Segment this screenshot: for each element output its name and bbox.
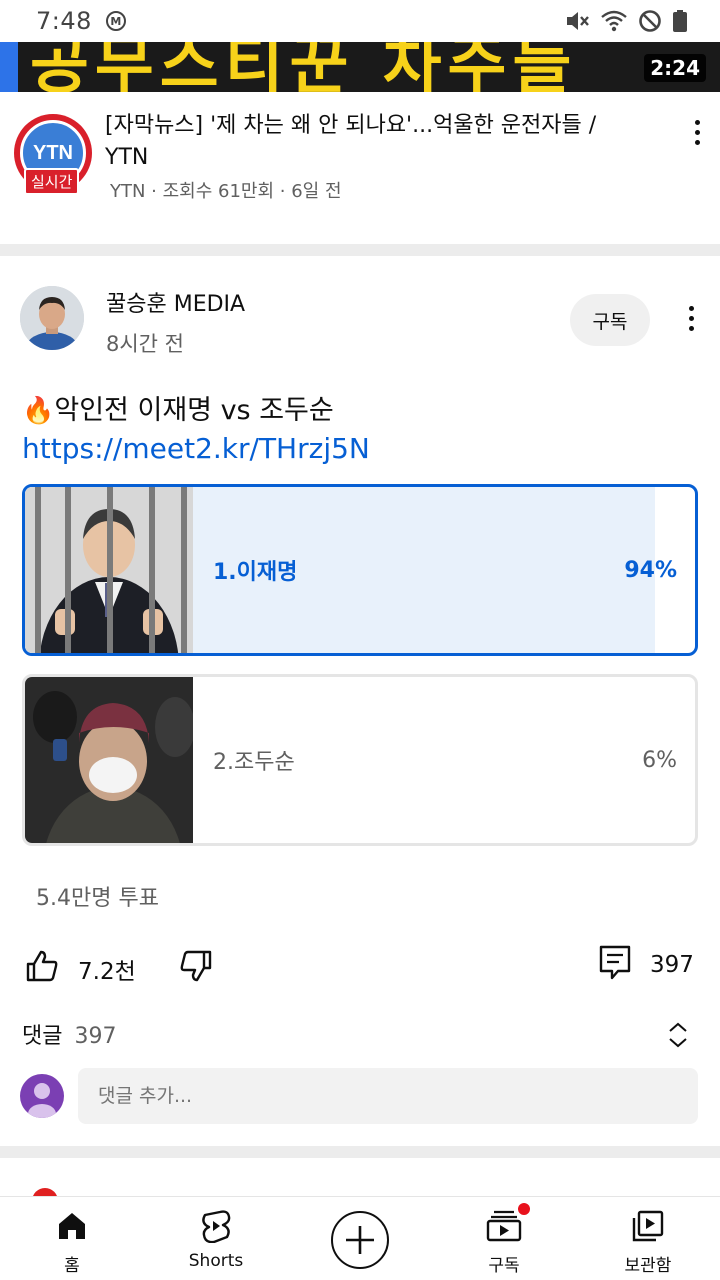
post-channel-name[interactable]: 꿀승훈 MEDIA xyxy=(106,286,245,318)
post-channel-avatar[interactable] xyxy=(20,286,84,350)
section-divider-2 xyxy=(0,1146,720,1158)
nav-shorts-label: Shorts xyxy=(188,1251,244,1271)
dislike-icon[interactable] xyxy=(178,948,214,984)
subscriptions-icon xyxy=(486,1210,522,1242)
subscriptions-notification-dot xyxy=(518,1203,530,1215)
video-more-icon[interactable] xyxy=(694,120,700,145)
video-duration: 2:24 xyxy=(644,54,706,82)
avatar-person-icon xyxy=(20,286,84,350)
poll-option-image-1 xyxy=(25,487,193,653)
nav-create[interactable] xyxy=(288,1197,432,1280)
subscribe-button[interactable]: 구독 xyxy=(570,294,650,346)
next-item-peek xyxy=(0,1158,720,1202)
carrier-icon: M xyxy=(105,11,126,31)
nav-home[interactable]: 홈 xyxy=(0,1197,144,1280)
status-bar: 7:48 M xyxy=(0,0,720,42)
expand-icon[interactable] xyxy=(666,1020,690,1050)
like-count: 7.2천 xyxy=(78,959,136,985)
user-avatar-icon xyxy=(28,1083,56,1118)
live-badge: 실시간 xyxy=(24,168,80,195)
comments-header-count: 397 xyxy=(74,1024,117,1049)
poll-vote-count: 5.4만명 투표 xyxy=(36,886,159,911)
poll-option-image-2 xyxy=(25,677,193,843)
nav-library[interactable]: 보관함 xyxy=(576,1197,720,1280)
video-info-row[interactable]: YTN 실시간 [자막뉴스] '제 차는 왜 안 되나요'...억울한 운전자들… xyxy=(0,92,720,244)
post-text-body: 악인전 이재명 vs 조두순 xyxy=(54,395,334,426)
poll-option-percent-1: 94% xyxy=(624,557,677,583)
nav-shorts[interactable]: Shorts xyxy=(144,1197,288,1280)
post-link[interactable]: https://meet2.kr/THrzj5N xyxy=(22,432,370,465)
user-avatar[interactable] xyxy=(20,1074,64,1118)
create-icon xyxy=(331,1211,389,1269)
battery-icon xyxy=(673,10,687,32)
status-icons xyxy=(564,9,688,33)
library-icon xyxy=(632,1210,664,1242)
video-title[interactable]: [자막뉴스] '제 차는 왜 안 되나요'...억울한 운전자들 / YTN xyxy=(105,110,645,174)
post-time: 8시간 전 xyxy=(106,332,184,356)
poll-option-1[interactable]: 1.이재명 94% xyxy=(22,484,698,656)
post-text: 🔥악인전 이재명 vs 조두순 xyxy=(22,388,334,427)
nav-home-label: 홈 xyxy=(64,1256,80,1276)
post-actions: 7.2천 397 xyxy=(0,944,720,992)
poll-option-percent-2: 6% xyxy=(642,747,677,773)
comments-label: 댓글 xyxy=(22,1024,63,1049)
bottom-nav: 홈 Shorts 구독 보관함 xyxy=(0,1196,720,1280)
thumbnail-banner-text: 공무스티꾼 차주들 xyxy=(30,42,578,92)
poll-option-label-1: 1.이재명 xyxy=(213,560,298,585)
post-more-icon[interactable] xyxy=(688,306,694,331)
nav-subscriptions[interactable]: 구독 xyxy=(432,1197,576,1280)
community-post: 꿀승훈 MEDIA 8시간 전 구독 🔥악인전 이재명 vs 조두순 https… xyxy=(0,256,720,1146)
like-icon[interactable] xyxy=(24,948,60,984)
comment-icon[interactable] xyxy=(598,944,632,984)
comments-header[interactable]: 댓글 397 xyxy=(22,1018,116,1050)
mute-icon xyxy=(567,12,589,30)
poll-option-label-2: 2.조두순 xyxy=(213,750,295,775)
add-comment-input[interactable] xyxy=(78,1068,698,1124)
home-icon xyxy=(59,1213,85,1239)
fire-emoji-icon: 🔥 xyxy=(22,396,55,426)
dnd-icon xyxy=(639,10,661,32)
video-meta: YTN · 조회수 61만회 · 6일 전 xyxy=(110,181,342,202)
comment-count: 397 xyxy=(650,952,694,978)
video-thumbnail[interactable]: 공무스티꾼 차주들 2:24 xyxy=(0,42,720,92)
shorts-icon xyxy=(202,1210,231,1243)
poll-option-2[interactable]: 2.조두순 6% xyxy=(22,674,698,846)
wifi-icon xyxy=(601,10,627,32)
status-time: 7:48 xyxy=(36,7,92,35)
thumbnail-accent xyxy=(0,42,18,92)
nav-subscriptions-label: 구독 xyxy=(488,1256,520,1276)
nav-library-label: 보관함 xyxy=(624,1256,672,1276)
section-divider xyxy=(0,244,720,256)
